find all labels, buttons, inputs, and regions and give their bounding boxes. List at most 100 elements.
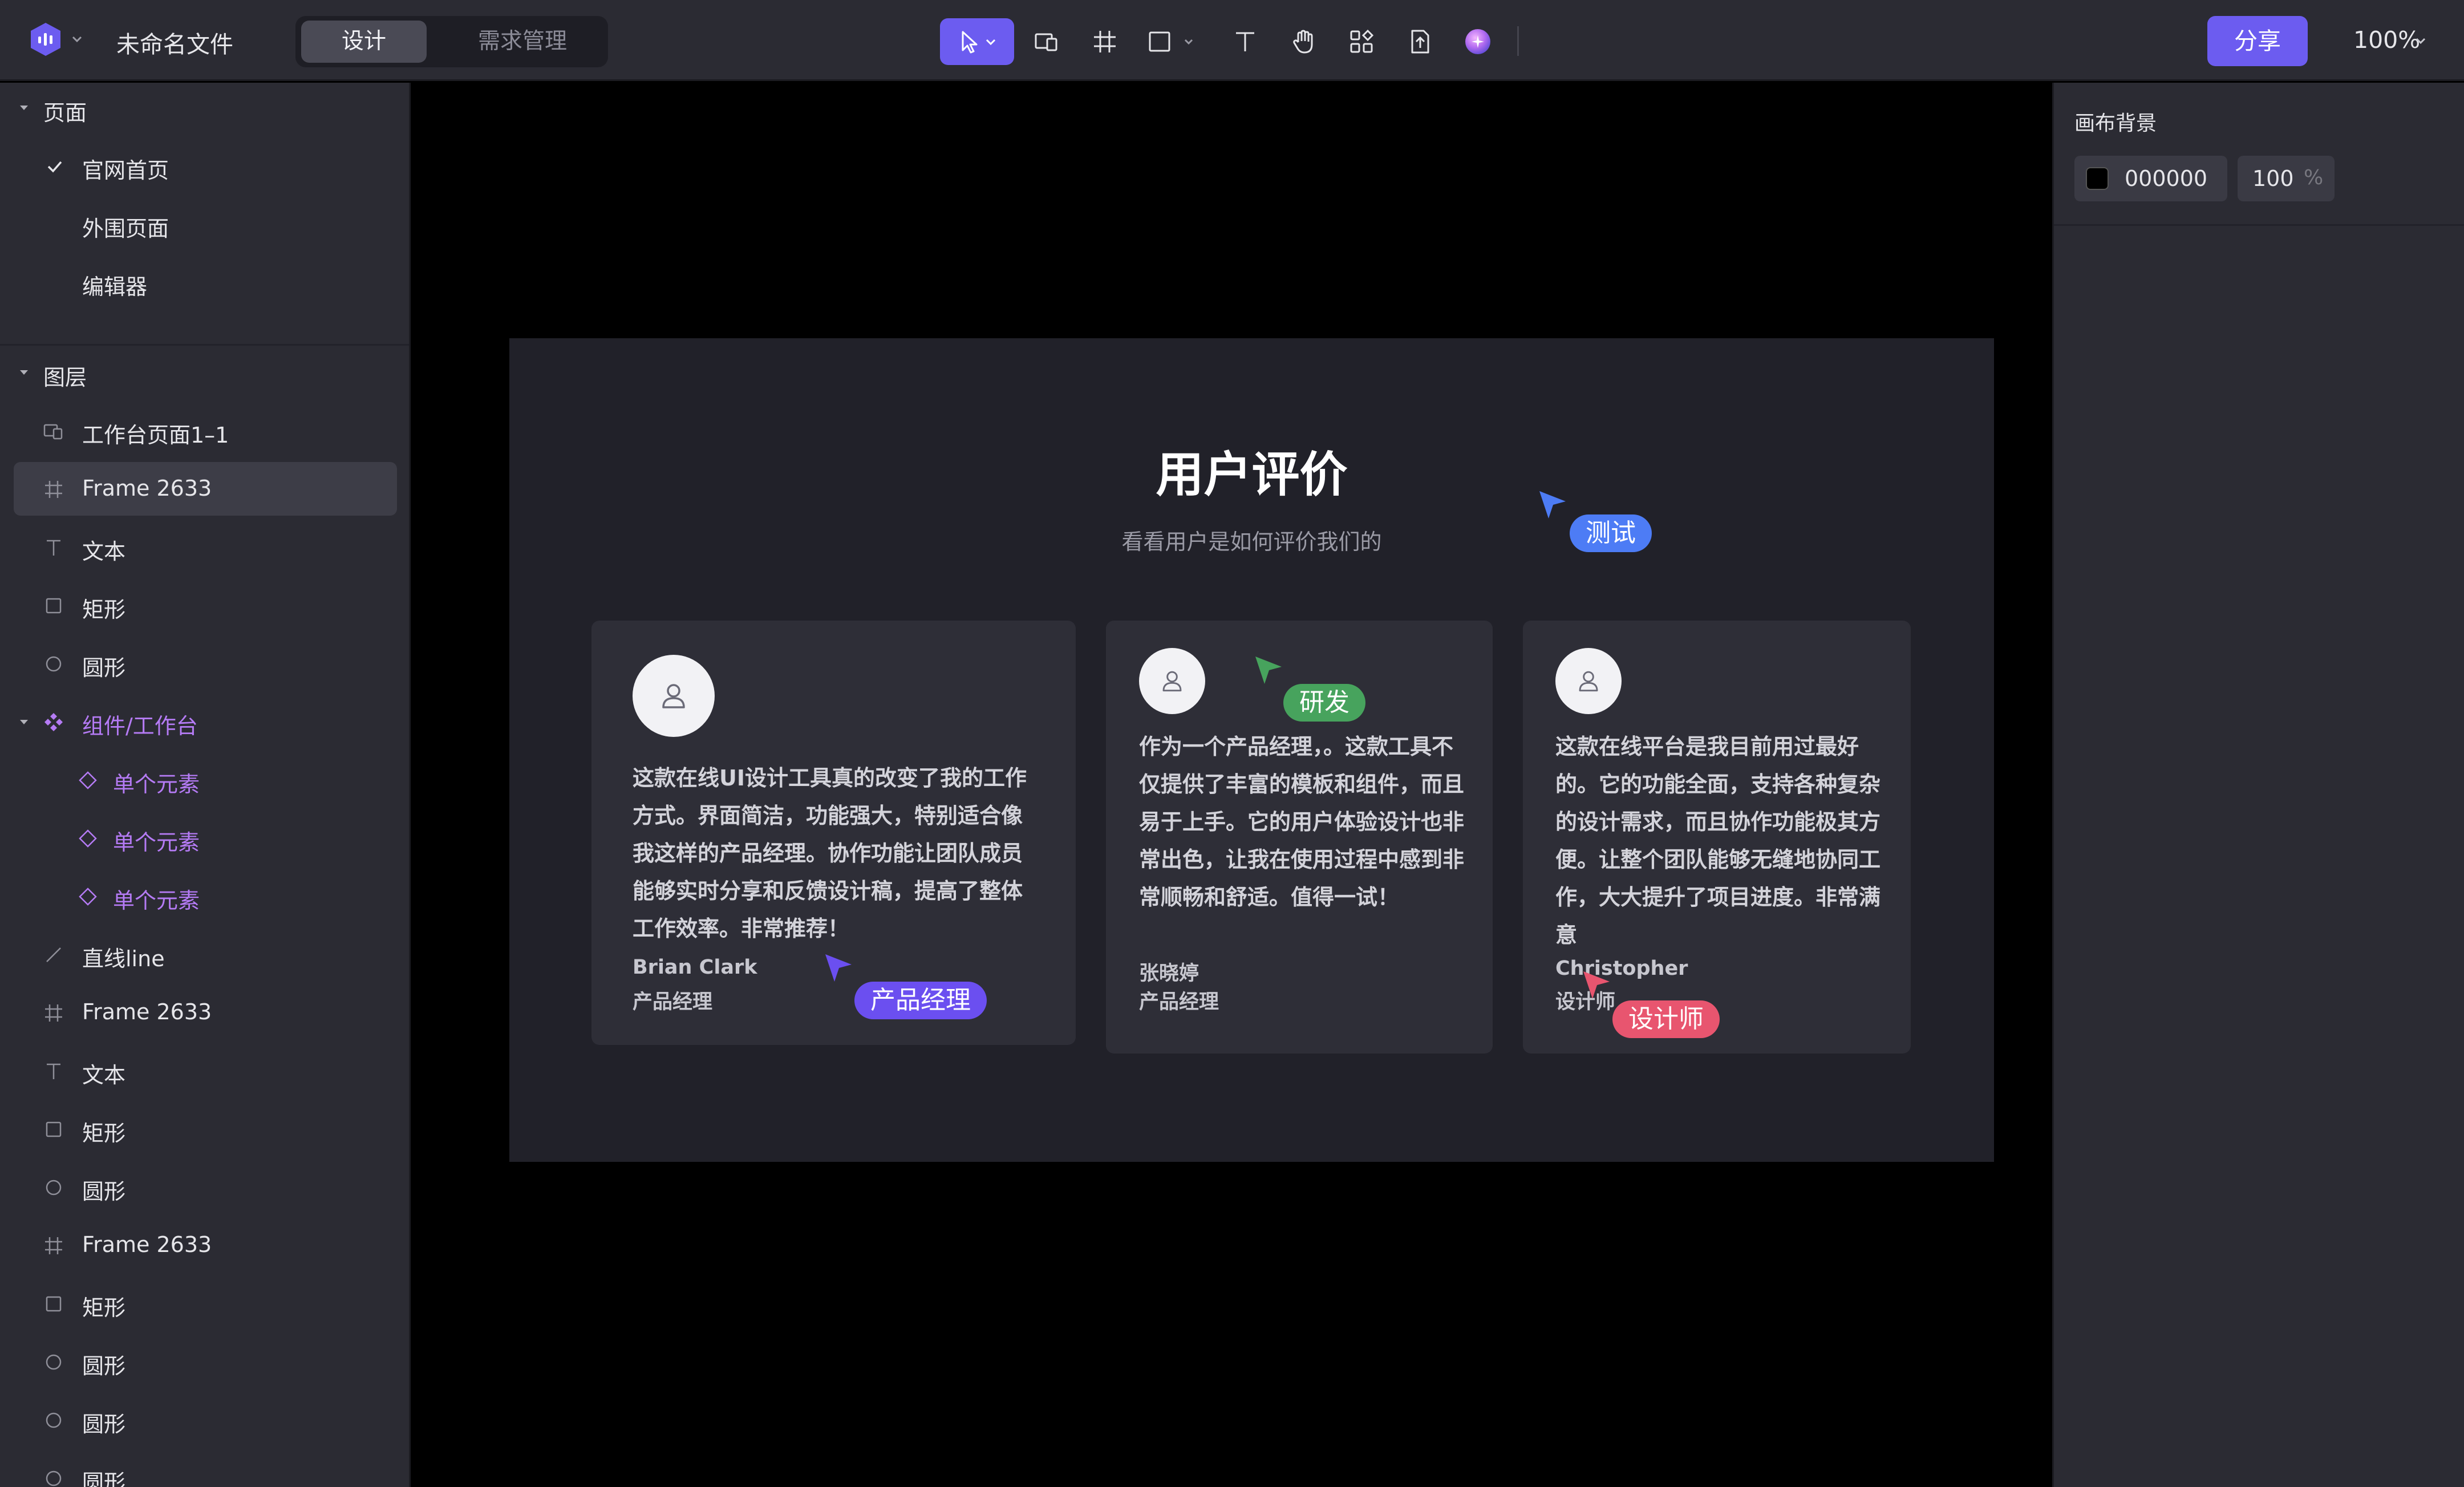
- text-icon: [1236, 32, 1254, 51]
- text-tool[interactable]: [1225, 18, 1265, 65]
- page-label: 外围页面: [82, 216, 169, 241]
- zoom-level[interactable]: 100%: [2353, 26, 2420, 54]
- page-item-peripheral[interactable]: 外围页面: [0, 198, 409, 250]
- pages-section-header[interactable]: 页面: [0, 87, 409, 127]
- layer-frame-2633-selected[interactable]: Frame 2633: [14, 462, 397, 516]
- collaborator-cursor-icon: [825, 954, 852, 982]
- layer-frame-2633[interactable]: Frame 2633: [14, 1218, 397, 1272]
- collaborator-tag: 测试: [1570, 514, 1652, 552]
- layer-instance[interactable]: 单个元素: [14, 811, 397, 865]
- color-swatch[interactable]: [2086, 167, 2109, 190]
- layer-label: 圆形: [82, 655, 126, 680]
- layer-label: 矩形: [82, 1295, 126, 1320]
- layer-rectangle[interactable]: 矩形: [14, 1277, 397, 1330]
- author-role: 产品经理: [1139, 991, 1219, 1014]
- tab-requirements[interactable]: 需求管理: [445, 21, 600, 63]
- line-icon: [46, 947, 61, 962]
- ellipse-icon: [46, 1470, 62, 1486]
- instance-icon: [79, 888, 97, 906]
- layer-instance[interactable]: 单个元素: [14, 753, 397, 807]
- caret-down-icon[interactable]: [17, 716, 31, 728]
- collaborator-cursor-icon: [1539, 491, 1566, 518]
- export-icon: [1411, 30, 1429, 54]
- layers-section-header[interactable]: 图层: [0, 352, 409, 392]
- layer-label: 单个元素: [113, 772, 200, 797]
- caret-down-icon: [20, 370, 28, 375]
- layer-label: 文本: [82, 1063, 126, 1088]
- device-icon: [43, 424, 63, 440]
- layer-label: 圆形: [82, 1354, 126, 1379]
- canvas-background-title: 画布背景: [2074, 112, 2157, 135]
- layer-label: 工作台页面1–1: [82, 423, 229, 448]
- avatar: [1555, 648, 1622, 714]
- collaborator-tag: 设计师: [1612, 1000, 1720, 1038]
- frame-icon: [45, 481, 62, 498]
- frame-tool[interactable]: [1085, 18, 1125, 65]
- pages-title: 页面: [43, 100, 87, 125]
- layer-rectangle[interactable]: 矩形: [14, 578, 397, 632]
- text-icon: [47, 1063, 60, 1079]
- opacity-value[interactable]: 100: [2252, 166, 2294, 191]
- layer-label: 矩形: [82, 597, 126, 622]
- caret-down-icon: [20, 106, 28, 110]
- mode-switch: 设计 需求管理: [295, 16, 608, 67]
- background-opacity-field[interactable]: 100 %: [2238, 156, 2335, 201]
- rectangle-icon: [46, 1296, 62, 1312]
- layer-line[interactable]: 直线line: [14, 927, 397, 981]
- select-tool-button[interactable]: [940, 18, 1014, 65]
- layer-label: 圆形: [82, 1412, 126, 1437]
- check-icon: [47, 161, 62, 173]
- layer-label: 单个元素: [113, 830, 200, 855]
- user-icon: [1162, 671, 1182, 692]
- author-name: 张晓婷: [1139, 962, 1199, 985]
- app-logo-icon[interactable]: [29, 22, 63, 57]
- collaborator-cursor-icon: [1255, 657, 1282, 684]
- right-panel: 画布背景 000000 100 %: [2052, 83, 2464, 1487]
- component-icon: [44, 713, 63, 731]
- color-hex-value[interactable]: 000000: [2125, 166, 2207, 191]
- share-button[interactable]: 分享: [2207, 16, 2308, 66]
- toolbar-divider: [1517, 26, 1519, 56]
- file-title[interactable]: 未命名文件: [116, 25, 233, 59]
- layer-component-workbench[interactable]: 组件/工作台: [14, 695, 397, 748]
- ai-plugin-button[interactable]: [1458, 18, 1498, 65]
- layer-frame-2633[interactable]: Frame 2633: [14, 986, 397, 1039]
- layer-ellipse[interactable]: 圆形: [14, 1393, 397, 1447]
- layer-label: Frame 2633: [82, 999, 212, 1024]
- layer-text[interactable]: 文本: [14, 520, 397, 574]
- components-tool[interactable]: [1342, 18, 1381, 65]
- design-canvas[interactable]: 用户评价 看看用户是如何评价我们的 这款在线UI设计工具真的改变了我的工作方式。…: [412, 83, 2052, 1487]
- page-label: 官网首页: [82, 158, 169, 183]
- layer-label: Frame 2633: [82, 1232, 212, 1257]
- layer-label: 组件/工作台: [82, 714, 198, 739]
- app-menu-chevron-icon[interactable]: [70, 32, 84, 47]
- collaborator-cursor-icon: [1583, 971, 1610, 999]
- ellipse-icon: [46, 1354, 62, 1370]
- testimonial-frame[interactable]: 用户评价 看看用户是如何评价我们的 这款在线UI设计工具真的改变了我的工作方式。…: [509, 338, 1994, 1162]
- layer-ellipse[interactable]: 圆形: [14, 1335, 397, 1388]
- rectangle-tool[interactable]: [1144, 18, 1201, 65]
- ai-orb-icon: [1465, 29, 1490, 54]
- page-item-homepage[interactable]: 官网首页: [0, 140, 409, 192]
- rectangle-icon: [1149, 31, 1193, 52]
- layers-title: 图层: [43, 365, 87, 390]
- background-color-field[interactable]: 000000: [2074, 156, 2227, 201]
- layer-instance[interactable]: 单个元素: [14, 869, 397, 923]
- layer-ellipse[interactable]: 圆形: [14, 1160, 397, 1214]
- ellipse-icon: [46, 1180, 62, 1196]
- text-icon: [47, 540, 60, 556]
- device-frame-tool[interactable]: [1027, 18, 1067, 65]
- zoom-chevron-icon[interactable]: [2414, 34, 2427, 48]
- hand-tool[interactable]: [1283, 18, 1323, 65]
- layer-text[interactable]: 文本: [14, 1044, 397, 1097]
- layer-label: 文本: [82, 539, 126, 564]
- tab-design[interactable]: 设计: [301, 21, 427, 63]
- author-name: Christopher: [1555, 957, 1688, 980]
- layer-device-frame[interactable]: 工作台页面1–1: [14, 404, 397, 457]
- layer-rectangle[interactable]: 矩形: [14, 1102, 397, 1156]
- layer-label: 矩形: [82, 1121, 126, 1146]
- export-tool[interactable]: [1400, 18, 1440, 65]
- layer-ellipse[interactable]: 圆形: [14, 637, 397, 690]
- page-item-editor[interactable]: 编辑器: [0, 257, 409, 308]
- layer-ellipse[interactable]: 圆形: [14, 1451, 397, 1487]
